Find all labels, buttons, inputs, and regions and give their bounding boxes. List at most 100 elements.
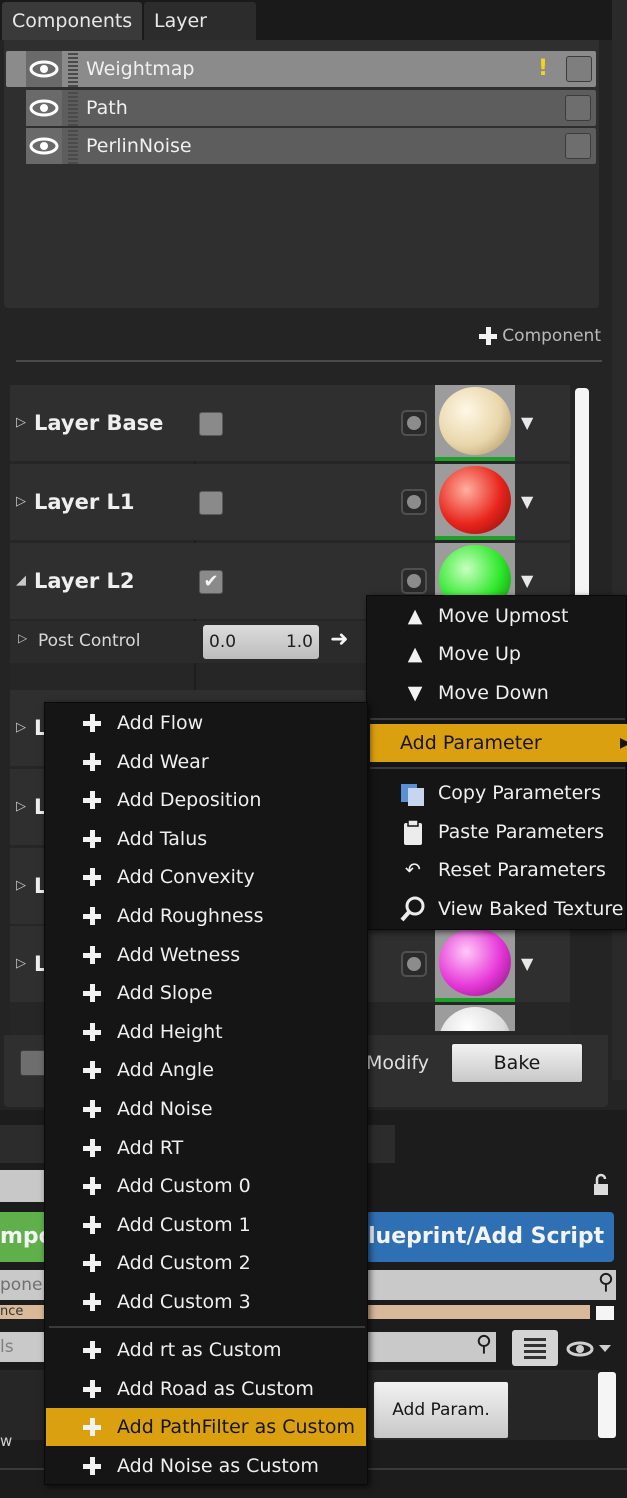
menu-item-reset-parameters[interactable]: ↶ Reset Parameters: [367, 851, 627, 889]
menu-item-add-noise-as-custom[interactable]: Add Noise as Custom: [46, 1447, 366, 1485]
menu-item-label: Add Custom 1: [117, 1213, 251, 1236]
layer-checkbox-checked[interactable]: ✔: [199, 570, 223, 594]
layer-material-thumbnail[interactable]: [435, 385, 515, 461]
menu-item-move-upmost[interactable]: ▲ Move Upmost: [367, 597, 627, 635]
menu-item-label: Move Up: [438, 643, 521, 665]
drag-grip-icon[interactable]: [68, 51, 78, 87]
layer-radio[interactable]: [401, 489, 427, 515]
blueprint-add-script-button[interactable]: lueprint/Add Script: [366, 1212, 614, 1262]
menu-item-add-wetness[interactable]: Add Wetness: [46, 936, 366, 974]
menu-item-add-roughness[interactable]: Add Roughness: [46, 897, 366, 935]
menu-item-add-flow[interactable]: Add Flow: [46, 704, 366, 742]
menu-item-view-baked-texture[interactable]: View Baked Texture: [367, 890, 627, 928]
layer-material-thumbnail[interactable]: [435, 1005, 515, 1031]
expand-arrow-icon[interactable]: ▷: [16, 464, 26, 540]
menu-item-add-convexity[interactable]: Add Convexity: [46, 858, 366, 896]
range-max: 1.0: [285, 632, 313, 652]
menu-item-add-angle[interactable]: Add Angle: [46, 1051, 366, 1089]
visibility-eye-icon[interactable]: [26, 51, 62, 87]
visibility-eye-icon[interactable]: [26, 128, 62, 164]
layer-material-thumbnail[interactable]: [435, 926, 515, 1002]
menu-item-add-slope[interactable]: Add Slope: [46, 974, 366, 1012]
plus-icon: [83, 829, 101, 848]
bake-button[interactable]: Bake: [451, 1043, 583, 1083]
component-row-weightmap[interactable]: Weightmap !: [6, 51, 596, 87]
menu-item-copy-parameters[interactable]: Copy Parameters: [367, 774, 627, 812]
chevron-down-icon[interactable]: ▼: [521, 413, 533, 432]
tab-components[interactable]: Components: [2, 2, 142, 40]
lock-icon[interactable]: [588, 1172, 614, 1198]
expand-arrow-icon[interactable]: ▷: [18, 631, 27, 645]
menu-item-add-deposition[interactable]: Add Deposition: [46, 781, 366, 819]
search-icon[interactable]: ⚲: [598, 1270, 614, 1295]
visibility-options-icon[interactable]: [565, 1334, 617, 1364]
chevron-down-icon[interactable]: ▼: [521, 954, 533, 973]
layer-row-l1[interactable]: ▷ Layer L1 ▼: [10, 464, 570, 540]
expand-arrow-icon[interactable]: ▷: [16, 769, 26, 845]
details-scrollbar[interactable]: [598, 1372, 616, 1438]
menu-item-paste-parameters[interactable]: Paste Parameters: [367, 813, 627, 851]
expand-arrow-icon[interactable]: ▷: [16, 385, 26, 461]
component-toggle[interactable]: [565, 133, 591, 159]
add-component-details-button[interactable]: mpo: [0, 1212, 54, 1262]
menu-item-add-custom-3[interactable]: Add Custom 3: [46, 1283, 366, 1321]
menu-item-add-rt-as-custom[interactable]: Add rt as Custom: [46, 1331, 366, 1369]
search-components-input[interactable]: pone: [0, 1270, 50, 1300]
menu-item-add-rt[interactable]: Add RT: [46, 1129, 366, 1167]
component-row-path[interactable]: Path: [26, 90, 596, 126]
search-icon[interactable]: ⚲: [476, 1332, 492, 1357]
search-components-input-right[interactable]: ⚲: [366, 1270, 616, 1300]
material-sphere: [439, 928, 511, 996]
layer-checkbox[interactable]: [199, 491, 223, 515]
menu-item-label: Add Parameter: [400, 732, 542, 754]
menu-item-label: Add Angle: [117, 1059, 214, 1082]
menu-item-add-custom-2[interactable]: Add Custom 2: [46, 1244, 366, 1282]
layer-row-base[interactable]: ▷ Layer Base ▼: [10, 385, 570, 461]
menu-item-move-down[interactable]: ▼ Move Down: [367, 674, 627, 712]
layer-radio[interactable]: [401, 951, 427, 977]
component-toggle[interactable]: [565, 95, 591, 121]
menu-item-move-up[interactable]: ▲ Move Up: [367, 635, 627, 673]
drag-grip-icon[interactable]: [68, 128, 78, 164]
visibility-eye-icon[interactable]: [26, 90, 62, 126]
menu-item-add-height[interactable]: Add Height: [46, 1013, 366, 1051]
drag-grip-icon[interactable]: [68, 90, 78, 126]
menu-item-add-road-as-custom[interactable]: Add Road as Custom: [46, 1370, 366, 1408]
component-toggle[interactable]: [566, 56, 592, 82]
expand-arrow-icon[interactable]: ▷: [16, 848, 26, 924]
menu-item-add-pathfilter-as-custom[interactable]: Add PathFilter as Custom: [46, 1408, 366, 1447]
layer-radio[interactable]: [401, 568, 427, 594]
triangle-down-icon: ▼: [407, 682, 423, 704]
collapse-arrow-icon[interactable]: ◢: [16, 543, 26, 619]
menu-separator: [370, 767, 625, 769]
details-scrollbar-top[interactable]: [596, 1306, 614, 1320]
footer-checkbox[interactable]: [20, 1050, 46, 1076]
menu-item-label: Add Height: [117, 1020, 223, 1043]
menu-item-add-parameter[interactable]: Add Parameter ▶: [370, 724, 627, 762]
menu-item-add-custom-0[interactable]: Add Custom 0: [46, 1167, 366, 1205]
chevron-down-icon[interactable]: ▼: [521, 571, 533, 590]
details-filter-input-right[interactable]: ⚲: [366, 1332, 496, 1362]
add-component-button[interactable]: Component: [478, 326, 601, 346]
menu-item-label: Paste Parameters: [438, 821, 605, 843]
expand-arrow-icon[interactable]: ▷: [16, 926, 26, 1002]
submenu-arrow-icon: ▶: [620, 735, 627, 751]
range-field[interactable]: 0.0 1.0: [203, 625, 319, 659]
menu-item-add-noise[interactable]: Add Noise: [46, 1090, 366, 1128]
menu-item-add-talus[interactable]: Add Talus: [46, 820, 366, 858]
details-filter-input[interactable]: ls: [0, 1332, 44, 1362]
grid-view-icon[interactable]: [512, 1330, 558, 1366]
menu-item-add-custom-1[interactable]: Add Custom 1: [46, 1206, 366, 1244]
layer-material-thumbnail[interactable]: [435, 464, 515, 540]
menu-item-add-wear[interactable]: Add Wear: [46, 743, 366, 781]
layer-radio[interactable]: [401, 410, 427, 436]
expand-arrow-icon[interactable]: ▷: [16, 690, 26, 766]
tab-layer-info[interactable]: Layer Info: [144, 2, 256, 70]
material-sphere: [439, 387, 511, 455]
component-row-perlinnoise[interactable]: PerlinNoise: [26, 128, 596, 164]
add-param-button[interactable]: Add Param.: [373, 1381, 509, 1439]
arrow-right-icon[interactable]: ➜: [330, 627, 348, 652]
layer-checkbox[interactable]: [199, 412, 223, 436]
copy-icon: [398, 774, 428, 812]
chevron-down-icon[interactable]: ▼: [521, 492, 533, 511]
